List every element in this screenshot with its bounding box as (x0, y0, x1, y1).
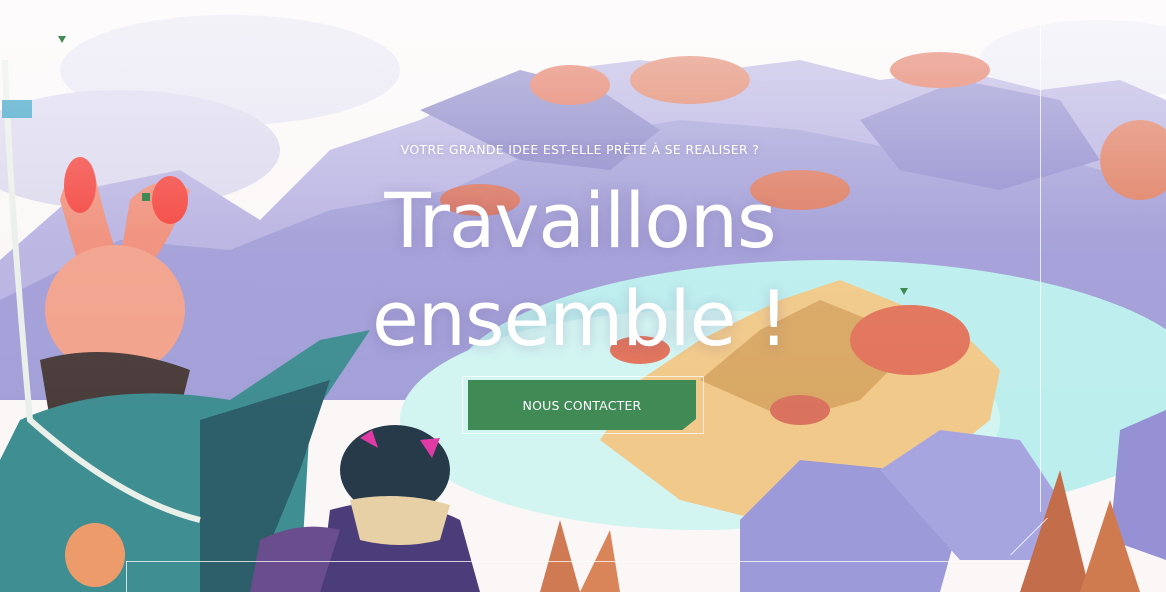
frame-line-left (126, 561, 127, 592)
hero-section: VOTRE GRANDE IDEE EST-ELLE PRÊTE À SE RE… (0, 0, 1166, 592)
frame-line-bottom (126, 561, 1024, 562)
frame-line-right (1040, 0, 1041, 512)
triangle-marker-icon (900, 288, 908, 295)
triangle-marker-icon (58, 36, 66, 43)
headline-line-1: Travaillons (384, 176, 776, 265)
contact-button[interactable]: NOUS CONTACTER (468, 380, 696, 430)
headline-line-2: ensemble ! (371, 274, 789, 363)
hero-eyebrow: VOTRE GRANDE IDEE EST-ELLE PRÊTE À SE RE… (400, 142, 760, 157)
square-marker-icon (142, 193, 150, 201)
hero-headline: Travaillons ensemble ! (300, 172, 860, 368)
